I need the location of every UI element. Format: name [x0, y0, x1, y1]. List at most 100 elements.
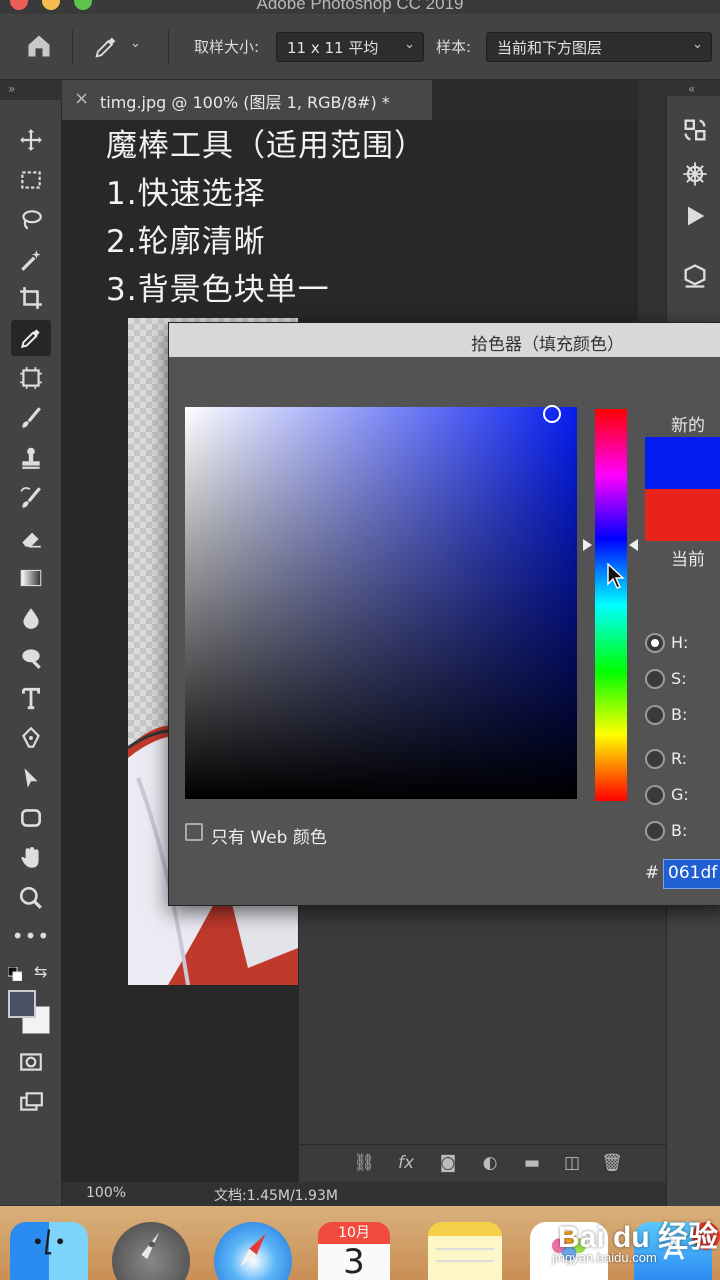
radio-b[interactable] [645, 705, 665, 725]
calendar-icon[interactable]: 10月 3 [318, 1222, 390, 1280]
path-selection-tool-icon[interactable] [11, 760, 51, 796]
zoom-tool-icon[interactable] [11, 880, 51, 916]
new-color-swatch [645, 437, 720, 489]
frame-tool-icon[interactable] [11, 360, 51, 396]
radio-s[interactable] [645, 669, 665, 689]
history-panel-icon[interactable] [681, 116, 709, 144]
actions-play-icon[interactable] [681, 202, 709, 230]
quick-mask-icon[interactable] [11, 1044, 51, 1080]
new-group-icon[interactable]: ▬ [521, 1153, 543, 1175]
chevron-down-icon: ⌄ [404, 37, 415, 52]
delete-layer-icon[interactable]: 🗑 [601, 1153, 623, 1175]
3d-panel-icon[interactable] [681, 262, 709, 290]
crop-tool-icon[interactable] [11, 280, 51, 316]
mode-label: B: [671, 705, 688, 724]
new-layer-icon[interactable]: ◫ [561, 1153, 583, 1175]
color-picker-dialog: 拾色器（填充颜色） 新的 当前 H: S: B: R: G: B: 只有 Web… [168, 322, 720, 906]
radio-r[interactable] [645, 749, 665, 769]
divider [168, 30, 169, 64]
sample-select[interactable]: 当前和下方图层 ⌄ [486, 32, 712, 62]
tool-preset-picker[interactable]: ⌄ [88, 30, 152, 64]
watermark-url: jingyan.baidu.com [552, 1250, 657, 1265]
status-bar: 100% 文档:1.45M/1.93M [62, 1182, 666, 1206]
sample-label: 样本: [436, 38, 472, 56]
mouse-pointer-icon [607, 563, 625, 589]
chevron-down-icon: ⌄ [130, 36, 141, 51]
eyedropper-tool-icon[interactable] [11, 320, 51, 356]
web-only-label: 只有 Web 颜色 [211, 828, 327, 848]
type-tool-icon[interactable] [11, 680, 51, 716]
mode-label: S: [671, 669, 687, 688]
annotation-line: 2.轮廓清晰 [106, 224, 266, 260]
marquee-tool-icon[interactable] [11, 162, 51, 198]
current-color-label: 当前 [671, 550, 705, 570]
dodge-tool-icon[interactable] [11, 640, 51, 676]
sample-value: 当前和下方图层 [497, 39, 603, 57]
hue-slider-handle-left[interactable] [583, 539, 592, 551]
current-color-swatch[interactable] [645, 489, 720, 541]
options-bar: ⌄ 取样大小: 11 x 11 平均 ⌄ 样本: 当前和下方图层 ⌄ [0, 14, 720, 80]
history-brush-tool-icon[interactable] [11, 480, 51, 516]
zoom-level[interactable]: 100% [86, 1185, 126, 1201]
tools-panel: ••• ⇆ [0, 100, 62, 1205]
calendar-month: 10月 [318, 1222, 390, 1244]
eraser-tool-icon[interactable] [11, 520, 51, 556]
magic-wand-tool-icon[interactable] [11, 242, 51, 278]
shape-tool-icon[interactable] [11, 800, 51, 836]
web-only-checkbox[interactable] [185, 823, 203, 841]
annotation-line: 1.快速选择 [106, 176, 266, 212]
hue-slider[interactable] [595, 409, 627, 801]
adjustment-layer-icon[interactable]: ◐ [479, 1153, 501, 1175]
gradient-tool-icon[interactable] [11, 560, 51, 596]
more-tools-icon[interactable]: ••• [11, 918, 51, 954]
hand-tool-icon[interactable] [11, 840, 51, 876]
screen-mode-icon[interactable] [11, 1084, 51, 1120]
mode-label: B: [671, 821, 688, 840]
calendar-day: 3 [343, 1242, 365, 1280]
annotation-line: 3.背景色块单一 [106, 272, 330, 308]
tab-close-icon[interactable]: × [74, 88, 89, 109]
brush-tool-icon[interactable] [11, 400, 51, 436]
hex-input[interactable]: 061df [663, 859, 720, 889]
color-field-cursor[interactable] [543, 405, 561, 423]
radio-h[interactable] [645, 633, 665, 653]
hex-prefix: # [645, 863, 660, 883]
document-tab-bar: × timg.jpg @ 100% (图层 1, RGB/8#) * [62, 80, 638, 120]
layers-panel: ⛓ fx ◙ ◐ ▬ ◫ 🗑 [298, 880, 667, 1182]
radio-blue[interactable] [645, 821, 665, 841]
move-tool-icon[interactable] [11, 122, 51, 158]
hue-slider-handle-right[interactable] [629, 539, 638, 551]
sample-size-value: 11 x 11 平均 [287, 39, 379, 57]
blur-tool-icon[interactable] [11, 600, 51, 636]
notes-icon[interactable] [428, 1222, 502, 1280]
default-colors-icon[interactable] [7, 966, 23, 982]
layer-style-icon[interactable]: fx [395, 1153, 417, 1175]
document-size: 文档:1.45M/1.93M [214, 1188, 338, 1204]
add-mask-icon[interactable]: ◙ [437, 1153, 459, 1175]
document-tab[interactable]: × timg.jpg @ 100% (图层 1, RGB/8#) * [62, 80, 432, 120]
swap-colors-icon[interactable]: ⇆ [34, 962, 47, 981]
launchpad-icon[interactable] [112, 1222, 190, 1280]
compass-panel-icon[interactable] [681, 160, 709, 188]
document-tab-title: timg.jpg @ 100% (图层 1, RGB/8#) * [100, 93, 390, 112]
divider [72, 30, 73, 64]
collapse-toolbar-icon[interactable]: » [8, 82, 15, 96]
layers-panel-footer: ⛓ fx ◙ ◐ ▬ ◫ 🗑 [299, 1144, 667, 1182]
foreground-color-swatch[interactable] [8, 990, 36, 1018]
link-layers-icon[interactable]: ⛓ [353, 1153, 375, 1175]
sample-size-label: 取样大小: [194, 38, 260, 56]
annotation-line: 魔棒工具（适用范围） [106, 128, 426, 164]
eyedropper-icon [95, 37, 116, 58]
home-icon[interactable] [24, 32, 60, 62]
saturation-brightness-field[interactable] [185, 407, 577, 799]
lasso-tool-icon[interactable] [11, 202, 51, 238]
finder-icon[interactable] [10, 1222, 88, 1280]
safari-icon[interactable] [214, 1222, 292, 1280]
dialog-titlebar: 拾色器（填充颜色） [169, 323, 720, 357]
pen-tool-icon[interactable] [11, 720, 51, 756]
stamp-tool-icon[interactable] [11, 440, 51, 476]
new-color-label: 新的 [671, 416, 705, 436]
sample-size-select[interactable]: 11 x 11 平均 ⌄ [276, 32, 424, 62]
collapse-dock-icon[interactable]: « [688, 82, 695, 96]
radio-g[interactable] [645, 785, 665, 805]
